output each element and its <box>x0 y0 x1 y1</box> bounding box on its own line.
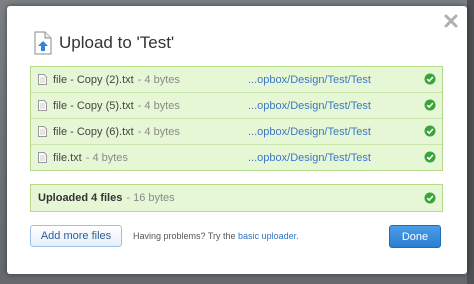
file-row: file - Copy (2).txt - 4 bytes ...opbox/D… <box>31 67 442 93</box>
uploaded-file-list: file - Copy (2).txt - 4 bytes ...opbox/D… <box>30 66 443 171</box>
check-circle-icon <box>424 99 436 111</box>
upload-dialog: Upload to 'Test' file - Copy (2).txt - 4… <box>7 6 467 274</box>
dialog-header: Upload to 'Test' <box>33 30 174 56</box>
file-size: - 4 bytes <box>137 73 180 86</box>
file-name: file - Copy (2).txt <box>53 73 134 86</box>
dialog-title: Upload to 'Test' <box>59 33 175 52</box>
problems-suffix: . <box>296 231 299 241</box>
upload-document-icon <box>34 31 52 55</box>
text-file-icon <box>38 74 47 85</box>
file-path-link[interactable]: ...opbox/Design/Test/Test <box>248 100 371 112</box>
add-more-files-button[interactable]: Add more files <box>30 225 122 247</box>
file-size: - 4 bytes <box>137 99 180 112</box>
done-button[interactable]: Done <box>389 225 441 248</box>
file-path-link[interactable]: ...opbox/Design/Test/Test <box>248 152 371 164</box>
file-name: file - Copy (6).txt <box>53 125 134 138</box>
check-circle-icon <box>424 73 436 85</box>
text-file-icon <box>38 152 47 163</box>
check-circle-icon <box>424 192 436 204</box>
file-row: file.txt - 4 bytes ...opbox/Design/Test/… <box>31 145 442 170</box>
summary-label: Uploaded 4 files <box>38 192 123 204</box>
close-icon[interactable] <box>444 14 458 28</box>
file-size: - 4 bytes <box>137 125 180 138</box>
file-path-link[interactable]: ...opbox/Design/Test/Test <box>248 74 371 86</box>
upload-summary: Uploaded 4 files - 16 bytes <box>30 184 443 212</box>
summary-size: - 16 bytes <box>126 192 175 204</box>
check-circle-icon <box>424 125 436 137</box>
text-file-icon <box>38 126 47 137</box>
file-name: file.txt <box>53 151 82 164</box>
file-row: file - Copy (6).txt - 4 bytes ...opbox/D… <box>31 119 442 145</box>
background-edge <box>467 0 474 284</box>
file-size: - 4 bytes <box>85 151 128 164</box>
check-circle-icon <box>424 151 436 163</box>
file-row: file - Copy (5).txt - 4 bytes ...opbox/D… <box>31 93 442 119</box>
file-path-link[interactable]: ...opbox/Design/Test/Test <box>248 126 371 138</box>
problems-text: Having problems? Try the basic uploader. <box>133 231 299 241</box>
file-name: file - Copy (5).txt <box>53 99 134 112</box>
problems-prompt: Having problems? Try the <box>133 231 239 241</box>
basic-uploader-link[interactable]: basic uploader <box>238 231 296 241</box>
text-file-icon <box>38 100 47 111</box>
